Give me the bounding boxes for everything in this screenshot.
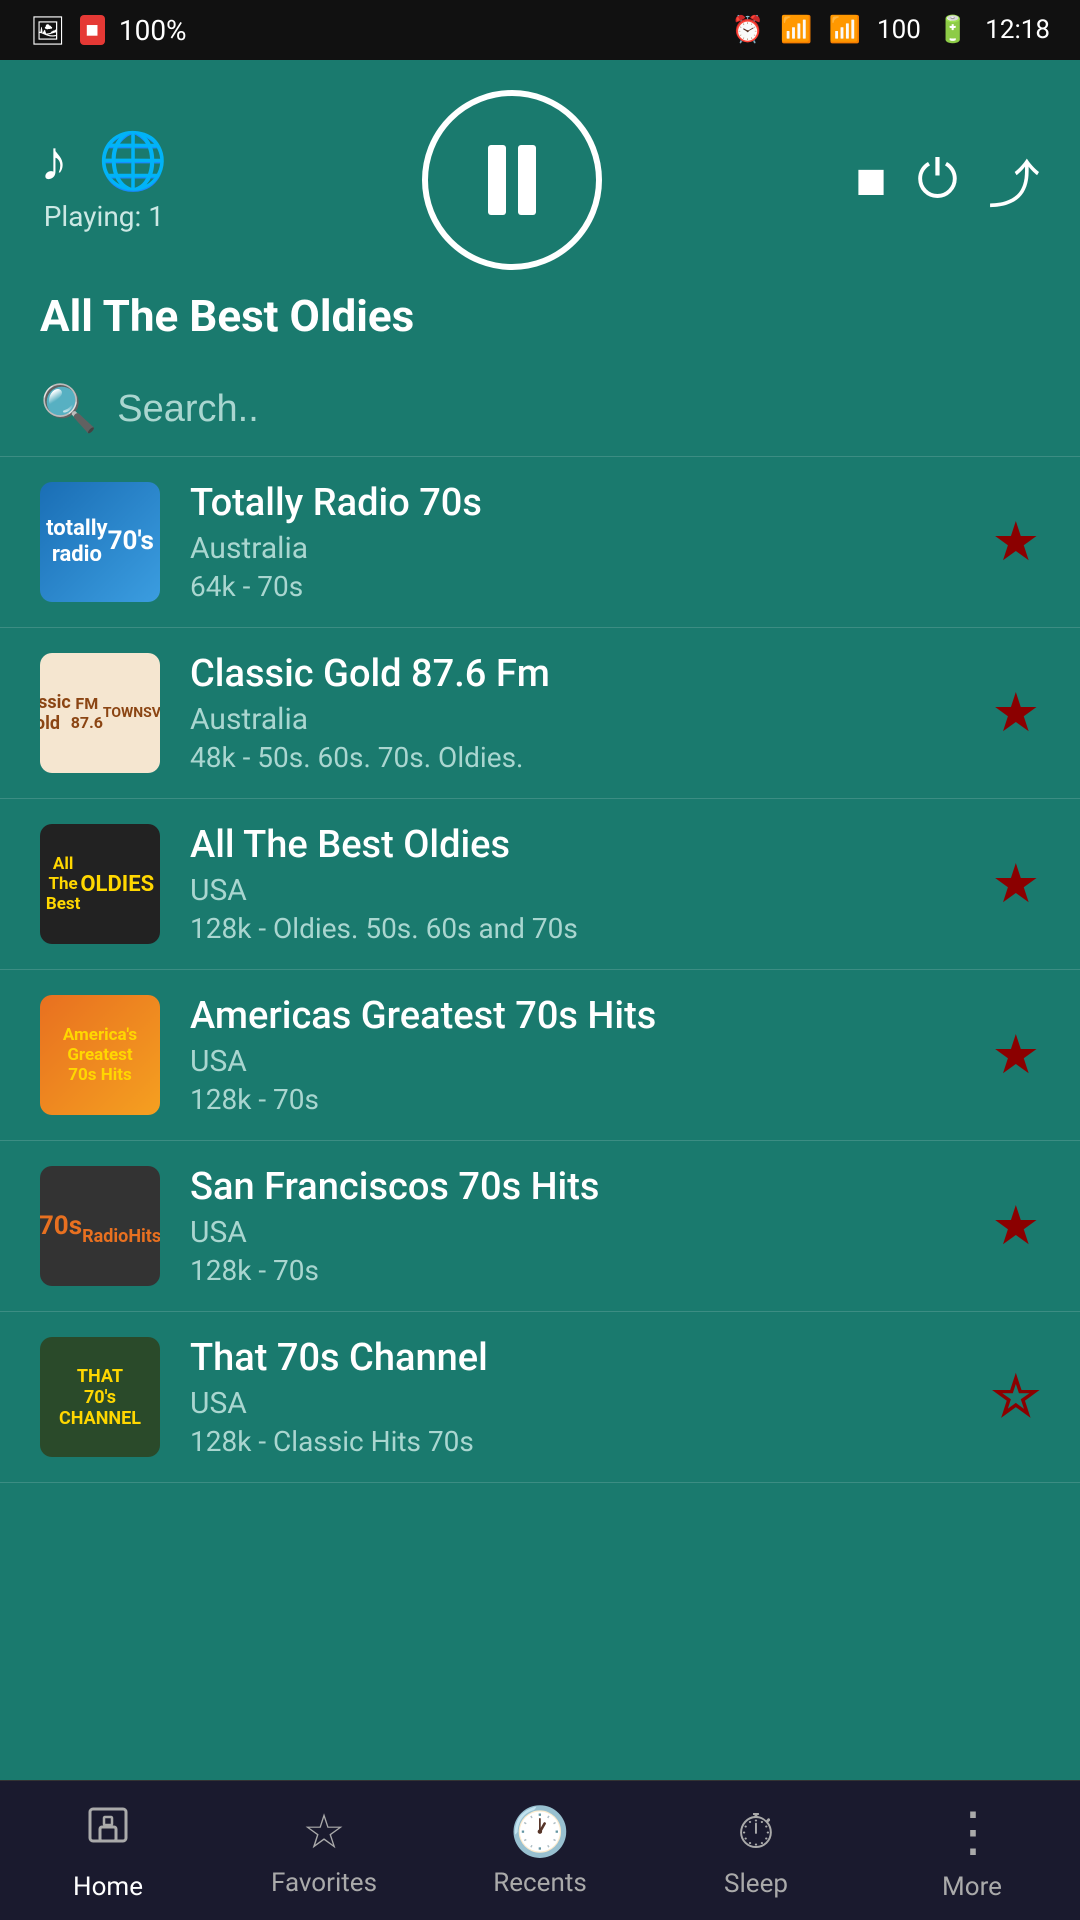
- station-name-1: Totally Radio 70s: [190, 481, 962, 525]
- station-meta-1: 64k - 70s: [190, 570, 962, 603]
- photo-icon: 🖼: [30, 14, 66, 47]
- signal-icon: 📶: [829, 15, 861, 45]
- list-item[interactable]: totallyradio70's Totally Radio 70s Austr…: [0, 457, 1080, 628]
- list-item[interactable]: ClassicGoldFM 87.6TOWNSVILLE Classic Gol…: [0, 628, 1080, 799]
- station-logo-4: America'sGreatest70s Hits: [40, 995, 160, 1115]
- nav-label-more: More: [942, 1872, 1002, 1902]
- station-country-3: USA: [190, 873, 962, 908]
- nav-label-favorites: Favorites: [271, 1868, 377, 1898]
- favorite-button-3[interactable]: ★: [992, 852, 1040, 916]
- favorites-icon: ☆: [302, 1803, 345, 1860]
- radio-icon: ■: [80, 15, 105, 45]
- search-bar: 🔍: [0, 362, 1080, 457]
- favorite-button-5[interactable]: ★: [992, 1194, 1040, 1258]
- nav-label-sleep: Sleep: [724, 1869, 788, 1899]
- stop-icon[interactable]: ■: [855, 150, 886, 211]
- playing-label: Playing: 1: [44, 200, 164, 233]
- station-country-2: Australia: [190, 702, 962, 737]
- station-name-3: All The Best Oldies: [190, 823, 962, 867]
- station-info-5: San Franciscos 70s Hits USA 128k - 70s: [190, 1165, 962, 1287]
- station-name-2: Classic Gold 87.6 Fm: [190, 652, 962, 696]
- status-number: 100%: [119, 14, 187, 47]
- sleep-icon: ⏱: [737, 1803, 774, 1861]
- station-country-1: Australia: [190, 531, 962, 566]
- globe-icon[interactable]: 🌐: [98, 128, 168, 194]
- station-info-6: That 70s Channel USA 128k - Classic Hits…: [190, 1336, 962, 1458]
- station-name-4: Americas Greatest 70s Hits: [190, 994, 962, 1038]
- music-icon[interactable]: ♪: [40, 128, 68, 194]
- station-meta-4: 128k - 70s: [190, 1083, 962, 1116]
- more-icon: ⋮: [946, 1800, 998, 1864]
- bottom-nav: Home ☆ Favorites 🕐 Recents ⏱ Sleep ⋮ Mor…: [0, 1780, 1080, 1920]
- status-left: 🖼 ■ 100%: [30, 14, 187, 47]
- station-meta-6: 128k - Classic Hits 70s: [190, 1425, 962, 1458]
- power-icon[interactable]: ⏻: [917, 149, 958, 211]
- station-meta-3: 128k - Oldies. 50s. 60s and 70s: [190, 912, 962, 945]
- search-input[interactable]: [117, 388, 1040, 431]
- clock-time: 12:18: [985, 15, 1050, 45]
- nav-label-recents: Recents: [493, 1868, 587, 1898]
- station-info-4: Americas Greatest 70s Hits USA 128k - 70…: [190, 994, 962, 1116]
- station-logo-2: ClassicGoldFM 87.6TOWNSVILLE: [40, 653, 160, 773]
- share-icon[interactable]: ⤴: [988, 143, 1040, 218]
- station-info-2: Classic Gold 87.6 Fm Australia 48k - 50s…: [190, 652, 962, 774]
- pause-button[interactable]: [422, 90, 602, 270]
- nav-item-favorites[interactable]: ☆ Favorites: [216, 1803, 432, 1898]
- list-item[interactable]: All The BestOLDIES All The Best Oldies U…: [0, 799, 1080, 970]
- battery-icon: 🔋: [937, 15, 969, 45]
- station-logo-6: THAT70'sCHANNEL: [40, 1337, 160, 1457]
- player-header: ♪ 🌐 Playing: 1 ■ ⏻ ⤴ All The Best Oldies: [0, 60, 1080, 362]
- nav-item-sleep[interactable]: ⏱ Sleep: [648, 1803, 864, 1899]
- list-item[interactable]: 70sRadioHits San Franciscos 70s Hits USA…: [0, 1141, 1080, 1312]
- wifi-icon: 📶: [780, 15, 812, 45]
- player-right-controls: ■ ⏻ ⤴: [855, 143, 1040, 218]
- nav-label-home: Home: [73, 1872, 143, 1902]
- nav-item-more[interactable]: ⋮ More: [864, 1800, 1080, 1902]
- nav-item-recents[interactable]: 🕐 Recents: [432, 1803, 648, 1898]
- status-bar: 🖼 ■ 100% ⏰ 📶 📶 100 🔋 12:18: [0, 0, 1080, 60]
- station-country-6: USA: [190, 1386, 962, 1421]
- favorite-button-6[interactable]: ☆: [992, 1365, 1040, 1429]
- recents-icon: 🕐: [510, 1803, 570, 1860]
- station-name-6: That 70s Channel: [190, 1336, 962, 1380]
- list-item[interactable]: America'sGreatest70s Hits Americas Great…: [0, 970, 1080, 1141]
- station-info-3: All The Best Oldies USA 128k - Oldies. 5…: [190, 823, 962, 945]
- now-playing-title: All The Best Oldies: [40, 290, 414, 342]
- list-item[interactable]: THAT70'sCHANNEL That 70s Channel USA 128…: [0, 1312, 1080, 1483]
- alarm-icon: ⏰: [732, 15, 764, 45]
- player-left-controls: ♪ 🌐 Playing: 1: [40, 128, 168, 233]
- station-meta-2: 48k - 50s. 60s. 70s. Oldies.: [190, 741, 962, 774]
- station-country-4: USA: [190, 1044, 962, 1079]
- favorite-button-1[interactable]: ★: [992, 510, 1040, 574]
- station-meta-5: 128k - 70s: [190, 1254, 962, 1287]
- station-logo-1: totallyradio70's: [40, 482, 160, 602]
- battery-percent: 100: [877, 15, 921, 45]
- status-right: ⏰ 📶 📶 100 🔋 12:18: [732, 15, 1050, 45]
- nav-item-home[interactable]: Home: [0, 1799, 216, 1902]
- station-logo-5: 70sRadioHits: [40, 1166, 160, 1286]
- station-logo-3: All The BestOLDIES: [40, 824, 160, 944]
- favorite-button-4[interactable]: ★: [992, 1023, 1040, 1087]
- player-controls-row: ♪ 🌐 Playing: 1 ■ ⏻ ⤴: [40, 90, 1040, 270]
- favorite-button-2[interactable]: ★: [992, 681, 1040, 745]
- home-icon: [82, 1799, 134, 1864]
- station-list: totallyradio70's Totally Radio 70s Austr…: [0, 457, 1080, 1797]
- search-icon: 🔍: [40, 382, 97, 436]
- station-country-5: USA: [190, 1215, 962, 1250]
- station-info-1: Totally Radio 70s Australia 64k - 70s: [190, 481, 962, 603]
- station-name-5: San Franciscos 70s Hits: [190, 1165, 962, 1209]
